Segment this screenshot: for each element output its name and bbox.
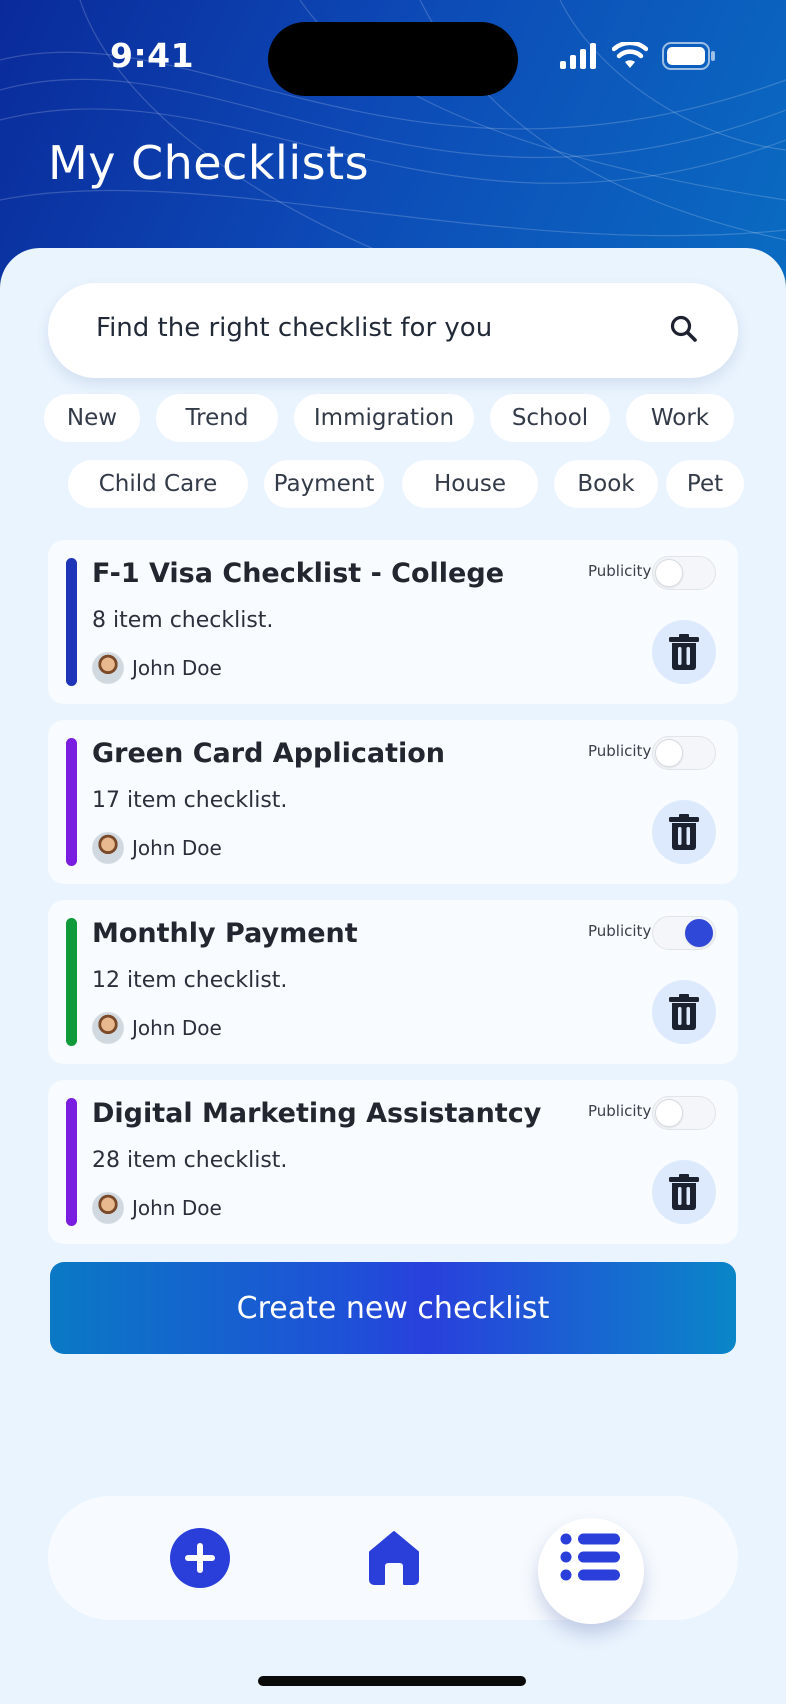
delete-button[interactable] (652, 800, 716, 864)
publicity-label: Publicity (588, 922, 652, 940)
checklist-card[interactable]: F-1 Visa Checklist - College 8 item chec… (48, 540, 738, 704)
card-title: Digital Marketing Assistantcy (92, 1098, 542, 1129)
publicity-toggle[interactable] (652, 556, 716, 590)
card-subtitle: 12 item checklist. (92, 968, 288, 993)
card-color-bar (66, 918, 77, 1046)
chip-work[interactable]: Work (626, 394, 734, 442)
checklist-card[interactable]: Digital Marketing Assistantcy 28 item ch… (48, 1080, 738, 1244)
card-author: John Doe (132, 1016, 222, 1040)
chip-new[interactable]: New (44, 394, 140, 442)
trash-icon (669, 814, 699, 850)
checklist-card[interactable]: Green Card Application 17 item checklist… (48, 720, 738, 884)
chip-school[interactable]: School (490, 394, 610, 442)
publicity-toggle[interactable] (652, 1096, 716, 1130)
nav-add-button[interactable] (168, 1526, 232, 1590)
avatar (92, 1192, 124, 1224)
search-input[interactable]: Find the right checklist for you (96, 313, 492, 343)
chip-house[interactable]: House (402, 460, 538, 508)
page-title: My Checklists (48, 136, 370, 190)
dynamic-island (268, 22, 518, 96)
publicity-toggle[interactable] (652, 916, 716, 950)
card-author: John Doe (132, 656, 222, 680)
toggle-knob (655, 1099, 683, 1127)
chip-book[interactable]: Book (554, 460, 658, 508)
chip-trend[interactable]: Trend (156, 394, 278, 442)
delete-button[interactable] (652, 980, 716, 1044)
avatar (92, 832, 124, 864)
bottom-nav (48, 1496, 738, 1624)
chip-payment[interactable]: Payment (264, 460, 384, 508)
card-subtitle: 28 item checklist. (92, 1148, 288, 1173)
trash-icon (669, 994, 699, 1030)
publicity-label: Publicity (588, 1102, 652, 1120)
status-time: 9:41 (110, 36, 195, 75)
create-checklist-button[interactable]: Create new checklist (50, 1262, 736, 1354)
chip-pet[interactable]: Pet (666, 460, 744, 508)
delete-button[interactable] (652, 1160, 716, 1224)
list-icon (560, 1533, 620, 1581)
trash-icon (669, 634, 699, 670)
publicity-toggle[interactable] (652, 736, 716, 770)
toggle-knob (655, 739, 683, 767)
avatar (92, 652, 124, 684)
publicity-label: Publicity (588, 562, 652, 580)
wifi-icon (612, 42, 648, 68)
search-bar[interactable]: Find the right checklist for you (48, 283, 738, 378)
nav-list-button[interactable] (538, 1518, 644, 1624)
card-subtitle: 8 item checklist. (92, 608, 274, 633)
card-color-bar (66, 738, 77, 866)
card-color-bar (66, 558, 77, 686)
card-color-bar (66, 1098, 77, 1226)
card-author: John Doe (132, 1196, 222, 1220)
search-icon[interactable] (668, 313, 700, 345)
plus-icon (170, 1528, 230, 1588)
chip-child-care[interactable]: Child Care (68, 460, 248, 508)
chip-immigration[interactable]: Immigration (294, 394, 474, 442)
card-author: John Doe (132, 836, 222, 860)
delete-button[interactable] (652, 620, 716, 684)
toggle-knob (685, 919, 713, 947)
home-indicator (258, 1676, 526, 1686)
avatar (92, 1012, 124, 1044)
card-title: Green Card Application (92, 738, 446, 769)
status-icons (560, 42, 716, 70)
home-icon (369, 1531, 419, 1585)
checklist-card[interactable]: Monthly Payment 12 item checklist. John … (48, 900, 738, 1064)
signal-icon (560, 43, 596, 69)
toggle-knob (655, 559, 683, 587)
card-title: F-1 Visa Checklist - College (92, 558, 505, 589)
nav-home-button[interactable] (362, 1526, 426, 1590)
trash-icon (669, 1174, 699, 1210)
card-subtitle: 17 item checklist. (92, 788, 288, 813)
publicity-label: Publicity (588, 742, 652, 760)
card-title: Monthly Payment (92, 918, 358, 949)
battery-icon (662, 42, 715, 70)
